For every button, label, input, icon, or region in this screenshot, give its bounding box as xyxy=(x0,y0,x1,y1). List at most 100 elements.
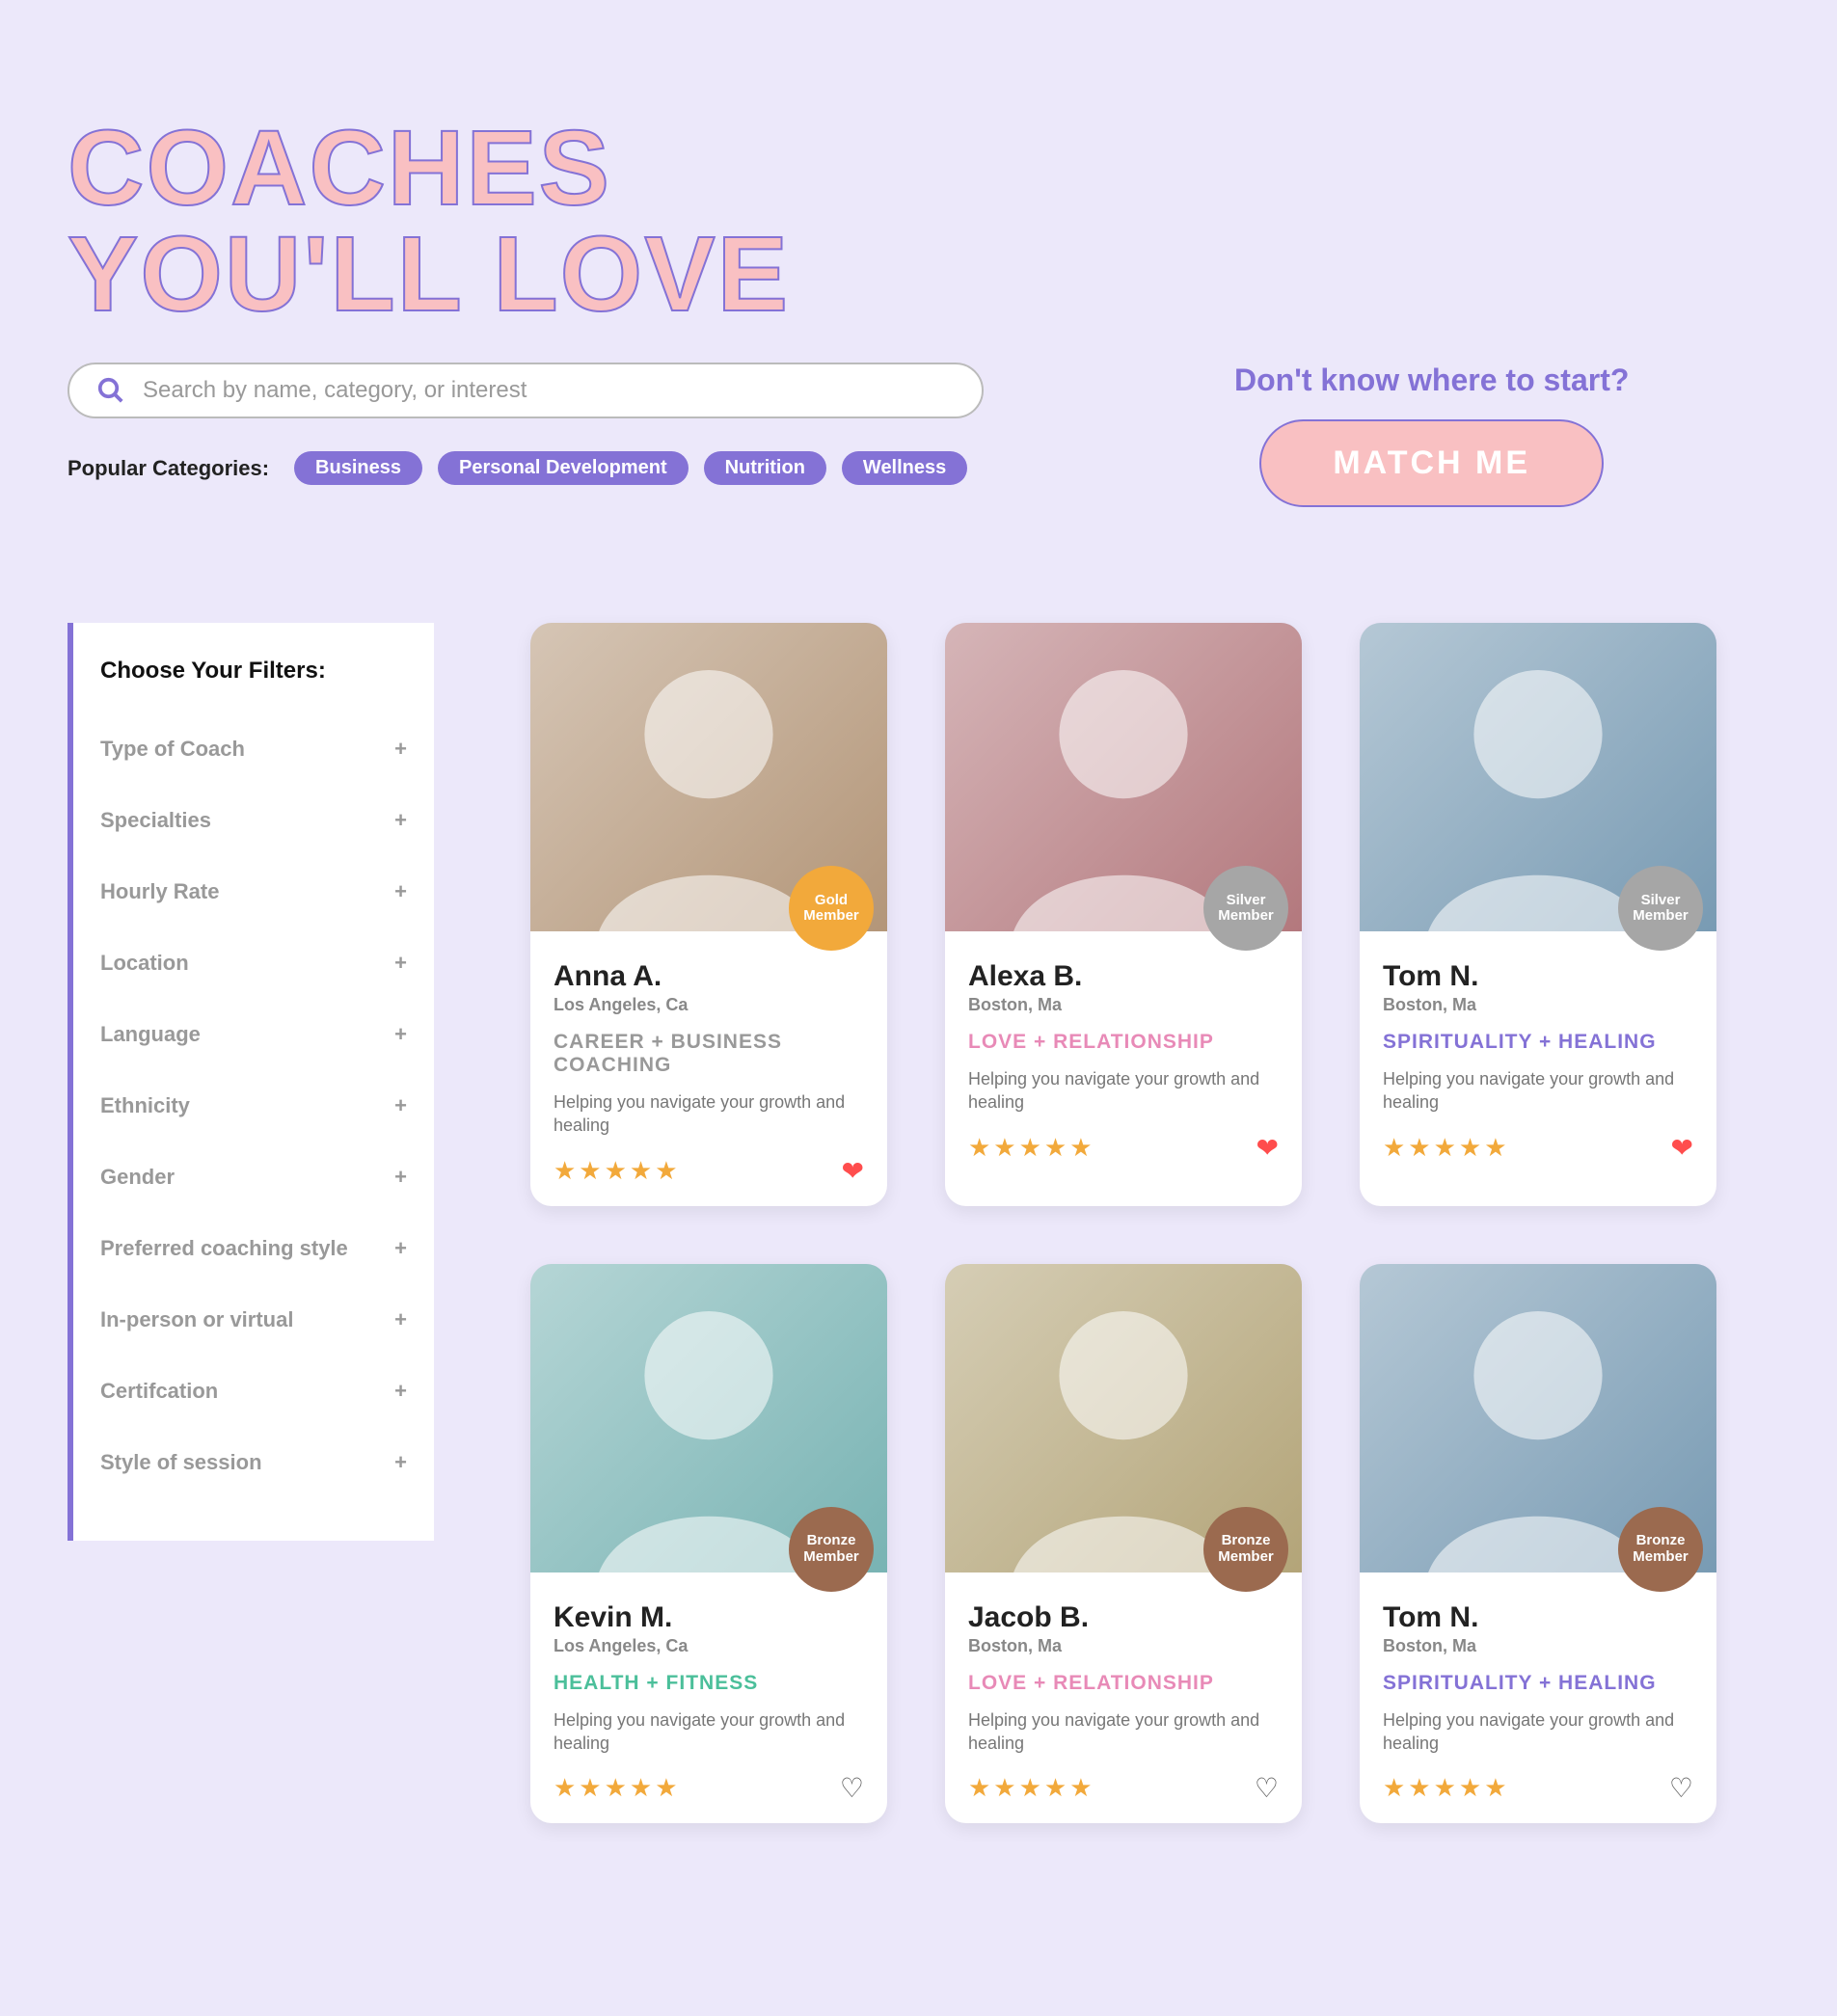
filter-item[interactable]: Style of session+ xyxy=(100,1427,407,1498)
search-icon xyxy=(96,376,125,405)
chip-business[interactable]: Business xyxy=(294,451,422,485)
filter-label: Ethnicity xyxy=(100,1093,190,1118)
chip-personal-development[interactable]: Personal Development xyxy=(438,451,689,485)
coach-tagline: Helping you navigate your growth and hea… xyxy=(1383,1708,1693,1756)
coach-card-body: Anna A.Los Angeles, CaCAREER + BUSINESS … xyxy=(530,931,887,1206)
plus-icon: + xyxy=(394,951,407,976)
coach-card-footer: ★★★★★♡ xyxy=(968,1772,1279,1804)
coach-tagline: Helping you navigate your growth and hea… xyxy=(554,1708,864,1756)
coach-category: HEALTH + FITNESS xyxy=(554,1672,864,1695)
filter-label: Preferred coaching style xyxy=(100,1236,348,1261)
favorite-heart-icon[interactable]: ♡ xyxy=(1255,1772,1279,1804)
coach-category: LOVE + RELATIONSHIP xyxy=(968,1672,1279,1695)
filter-item[interactable]: Hourly Rate + xyxy=(100,856,407,927)
coach-photo: BronzeMember xyxy=(945,1264,1302,1572)
coach-card[interactable]: GoldMemberAnna A.Los Angeles, CaCAREER +… xyxy=(530,623,887,1206)
coach-card-footer: ★★★★★❤ xyxy=(554,1155,864,1187)
page-title-line1: COACHES xyxy=(68,109,611,228)
coach-card[interactable]: SilverMemberAlexa B.Boston, MaLOVE + REL… xyxy=(945,623,1302,1206)
coach-card-footer: ★★★★★♡ xyxy=(1383,1772,1693,1804)
plus-icon: + xyxy=(394,879,407,904)
coach-card-body: Tom N.Boston, MaSPIRITUALITY + HEALINGHe… xyxy=(1360,931,1716,1206)
filter-label: Location xyxy=(100,951,189,976)
filter-label: Hourly Rate xyxy=(100,879,219,904)
filter-label: Specialties xyxy=(100,808,211,833)
filter-item[interactable]: Ethnicity + xyxy=(100,1070,407,1142)
member-badge-tier: Silver xyxy=(1227,893,1266,909)
coach-photo: SilverMember xyxy=(945,623,1302,931)
plus-icon: + xyxy=(394,1307,407,1332)
filters-list: Type of Coach+Specialties+Hourly Rate+Lo… xyxy=(100,713,407,1498)
coach-location: Boston, Ma xyxy=(968,1636,1279,1656)
coach-card[interactable]: BronzeMemberJacob B.Boston, MaLOVE + REL… xyxy=(945,1264,1302,1824)
coach-card[interactable]: BronzeMemberTom N.Boston, MaSPIRITUALITY… xyxy=(1360,1264,1716,1824)
filter-item[interactable]: Location + xyxy=(100,927,407,999)
coach-photo: BronzeMember xyxy=(530,1264,887,1572)
coach-card-body: Jacob B.Boston, MaLOVE + RELATIONSHIPHel… xyxy=(945,1572,1302,1824)
coach-card-footer: ★★★★★♡ xyxy=(554,1772,864,1804)
filter-item[interactable]: Gender + xyxy=(100,1142,407,1213)
filter-label: Certifcation xyxy=(100,1379,218,1404)
coach-tagline: Helping you navigate your growth and hea… xyxy=(968,1067,1279,1115)
cta-heading: Don't know where to start? xyxy=(1234,363,1629,398)
chip-nutrition[interactable]: Nutrition xyxy=(704,451,826,485)
member-badge-label: Member xyxy=(1218,908,1274,925)
coach-category: SPIRITUALITY + HEALING xyxy=(1383,1672,1693,1695)
filter-item[interactable]: Certifcation+ xyxy=(100,1356,407,1427)
coach-category: CAREER + BUSINESS COACHING xyxy=(554,1031,864,1077)
plus-icon: + xyxy=(394,1093,407,1118)
page-title-line2: YOU'LL LOVE xyxy=(68,215,790,334)
coach-card[interactable]: SilverMemberTom N.Boston, MaSPIRITUALITY… xyxy=(1360,623,1716,1206)
top-row: Popular Categories: Business Personal De… xyxy=(68,363,1769,507)
member-badge-tier: Silver xyxy=(1641,893,1681,909)
match-me-button[interactable]: MATCH ME xyxy=(1259,419,1604,507)
favorite-heart-icon[interactable]: ♡ xyxy=(1669,1772,1693,1804)
favorite-heart-icon[interactable]: ❤ xyxy=(842,1155,864,1187)
popular-categories-row: Popular Categories: Business Personal De… xyxy=(68,451,984,485)
coach-location: Los Angeles, Ca xyxy=(554,1636,864,1656)
filter-item[interactable]: In-person or virtual+ xyxy=(100,1284,407,1356)
member-badge-tier: Bronze xyxy=(807,1533,856,1549)
coach-card[interactable]: BronzeMember Kevin M.Los Angeles, Ca HEALT… xyxy=(530,1264,887,1824)
plus-icon: + xyxy=(394,1022,407,1047)
coach-location: Los Angeles, Ca xyxy=(554,995,864,1015)
favorite-heart-icon[interactable]: ❤ xyxy=(1256,1132,1279,1164)
member-badge-tier: Gold xyxy=(815,893,848,909)
coach-photo: SilverMember xyxy=(1360,623,1716,931)
popular-categories-label: Popular Categories: xyxy=(68,456,269,481)
coaches-grid: GoldMemberAnna A.Los Angeles, CaCAREER +… xyxy=(530,623,1716,1823)
coach-card-body: Alexa B.Boston, MaLOVE + RELATIONSHIPHel… xyxy=(945,931,1302,1206)
favorite-heart-icon[interactable]: ♡ xyxy=(840,1772,864,1804)
coach-name: Kevin M. xyxy=(554,1601,864,1634)
coach-card-footer: ★★★★★❤ xyxy=(1383,1132,1693,1164)
search-input[interactable] xyxy=(143,377,955,404)
member-badge: SilverMember xyxy=(1203,866,1288,951)
coach-card-body: Kevin M.Los Angeles, Ca HEALTH + FITNESS H… xyxy=(530,1572,887,1824)
search-bar[interactable] xyxy=(68,363,984,418)
favorite-heart-icon[interactable]: ❤ xyxy=(1671,1132,1693,1164)
member-badge-label: Member xyxy=(1633,1549,1688,1566)
member-badge: SilverMember xyxy=(1618,866,1703,951)
filter-item[interactable]: Preferred coaching style + xyxy=(100,1213,407,1284)
member-badge-tier: Bronze xyxy=(1222,1533,1271,1549)
filter-item[interactable]: Type of Coach + xyxy=(100,713,407,785)
member-badge: GoldMember xyxy=(789,866,874,951)
filter-label: Type of Coach xyxy=(100,737,245,762)
coach-card-body: Tom N.Boston, MaSPIRITUALITY + HEALINGHe… xyxy=(1360,1572,1716,1824)
filter-item[interactable]: Language+ xyxy=(100,999,407,1070)
chip-wellness[interactable]: Wellness xyxy=(842,451,967,485)
member-badge-label: Member xyxy=(803,908,859,925)
coach-photo: BronzeMember xyxy=(1360,1264,1716,1572)
plus-icon: + xyxy=(394,1165,407,1190)
member-badge-label: Member xyxy=(1218,1549,1274,1566)
page-title: COACHES YOU'LL LOVE xyxy=(68,116,1769,328)
filter-label: Style of session xyxy=(100,1450,262,1475)
coach-photo: GoldMember xyxy=(530,623,887,931)
plus-icon: + xyxy=(394,1236,407,1261)
filter-label: Gender xyxy=(100,1165,175,1190)
coach-tagline: Helping you navigate your growth and hea… xyxy=(1383,1067,1693,1115)
plus-icon: + xyxy=(394,737,407,762)
coach-name: Tom N. xyxy=(1383,960,1693,993)
coach-name: Tom N. xyxy=(1383,1601,1693,1634)
filter-item[interactable]: Specialties+ xyxy=(100,785,407,856)
